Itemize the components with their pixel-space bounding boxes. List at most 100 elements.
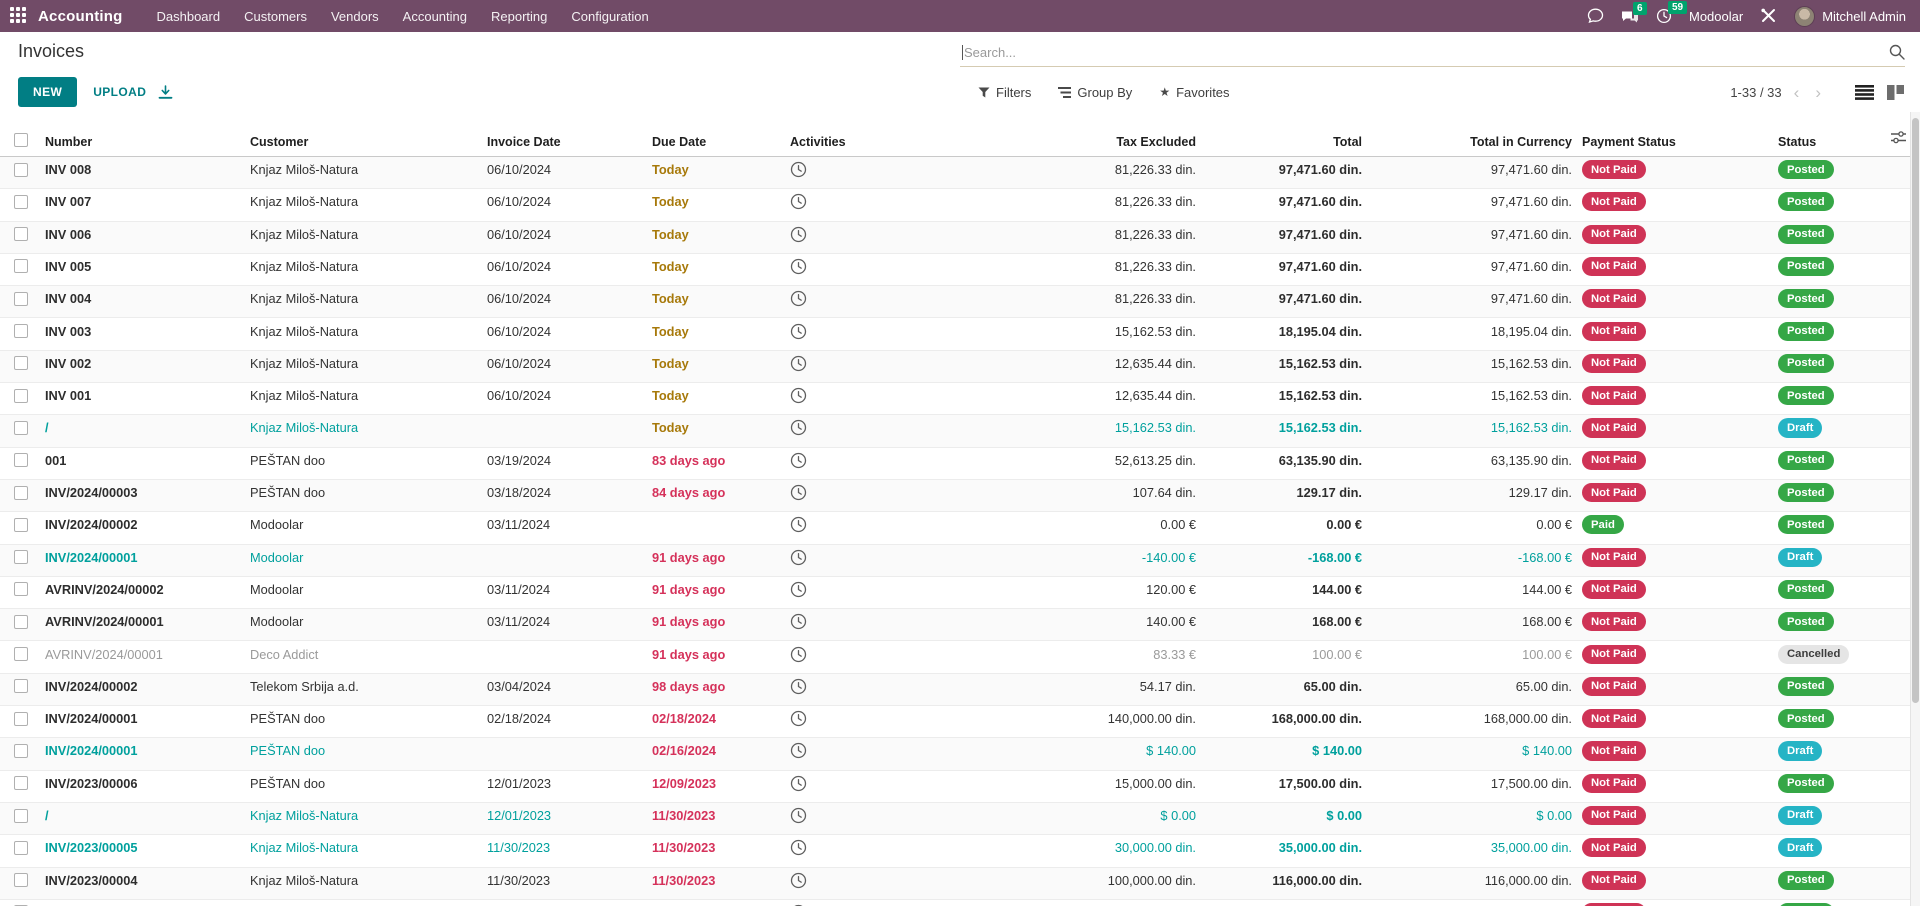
row-checkbox[interactable]	[14, 453, 28, 467]
table-row[interactable]: INV/2023/00006 PEŠTAN doo 12/01/2023 12/…	[0, 771, 1920, 803]
table-row[interactable]: AVRINV/2024/00002 Modoolar 03/11/2024 91…	[0, 577, 1920, 609]
table-row[interactable]: / Knjaz Miloš-Natura 12/01/2023 11/30/20…	[0, 803, 1920, 835]
header-due-date[interactable]: Due Date	[652, 121, 790, 149]
activity-clock-icon[interactable]	[790, 839, 807, 856]
scrollbar-thumb[interactable]	[1912, 118, 1919, 703]
activities-clock-icon[interactable]: 59	[1656, 8, 1672, 24]
pager-next-icon[interactable]: ›	[1811, 84, 1825, 101]
activity-clock-icon[interactable]	[790, 355, 807, 372]
table-row[interactable]: INV/2024/00001 PEŠTAN doo 02/18/2024 02/…	[0, 706, 1920, 738]
table-row[interactable]: INV 006 Knjaz Miloš-Natura 06/10/2024 To…	[0, 222, 1920, 254]
row-checkbox[interactable]	[14, 163, 28, 177]
table-row[interactable]: 001 PEŠTAN doo 03/19/2024 83 days ago 52…	[0, 448, 1920, 480]
table-row[interactable]: INV 005 Knjaz Miloš-Natura 06/10/2024 To…	[0, 254, 1920, 286]
activity-clock-icon[interactable]	[790, 193, 807, 210]
menu-vendors[interactable]: Vendors	[319, 3, 391, 30]
activity-clock-icon[interactable]	[790, 226, 807, 243]
row-checkbox[interactable]	[14, 195, 28, 209]
pager-prev-icon[interactable]: ‹	[1790, 84, 1804, 101]
menu-configuration[interactable]: Configuration	[559, 3, 660, 30]
table-row[interactable]: INV/2024/00002 Modoolar 03/11/2024 0.00 …	[0, 512, 1920, 544]
header-customer[interactable]: Customer	[250, 121, 487, 149]
row-checkbox[interactable]	[14, 389, 28, 403]
activity-clock-icon[interactable]	[790, 419, 807, 436]
optional-columns-icon[interactable]	[1891, 131, 1906, 147]
activity-clock-icon[interactable]	[790, 452, 807, 469]
table-row[interactable]: INV/2024/00001 Modoolar 91 days ago -140…	[0, 545, 1920, 577]
row-checkbox[interactable]	[14, 873, 28, 887]
header-number[interactable]: Number	[45, 121, 250, 149]
row-checkbox[interactable]	[14, 324, 28, 338]
row-checkbox[interactable]	[14, 647, 28, 661]
header-total[interactable]: Total	[1196, 121, 1362, 149]
import-records-icon[interactable]	[158, 85, 173, 100]
menu-dashboard[interactable]: Dashboard	[145, 3, 233, 30]
user-menu[interactable]: Mitchell Admin	[1794, 6, 1906, 27]
header-activities[interactable]: Activities	[790, 121, 890, 149]
activity-clock-icon[interactable]	[790, 387, 807, 404]
activity-clock-icon[interactable]	[790, 872, 807, 889]
table-row[interactable]: INV/2023/00004 Knjaz Miloš-Natura 11/30/…	[0, 868, 1920, 900]
table-row[interactable]: INV/2023/00005 Knjaz Miloš-Natura 11/30/…	[0, 835, 1920, 867]
activity-clock-icon[interactable]	[790, 549, 807, 566]
company-switcher[interactable]: Modoolar	[1689, 9, 1743, 24]
activity-clock-icon[interactable]	[790, 323, 807, 340]
row-checkbox[interactable]	[14, 776, 28, 790]
row-checkbox[interactable]	[14, 615, 28, 629]
row-checkbox[interactable]	[14, 292, 28, 306]
favorites-button[interactable]: ★ Favorites	[1159, 85, 1229, 100]
activity-clock-icon[interactable]	[790, 581, 807, 598]
row-checkbox[interactable]	[14, 421, 28, 435]
search-input[interactable]	[964, 45, 1889, 60]
activity-clock-icon[interactable]	[790, 646, 807, 663]
row-checkbox[interactable]	[14, 259, 28, 273]
debug-tools-icon[interactable]	[1760, 8, 1777, 24]
header-invoice-date[interactable]: Invoice Date	[487, 121, 652, 149]
filters-button[interactable]: Filters	[978, 85, 1031, 100]
activity-clock-icon[interactable]	[790, 775, 807, 792]
select-all-checkbox[interactable]	[14, 133, 28, 147]
app-name[interactable]: Accounting	[38, 8, 123, 25]
activity-clock-icon[interactable]	[790, 484, 807, 501]
new-button[interactable]: NEW	[18, 77, 77, 107]
table-row[interactable]: Not Paid Posted	[0, 900, 1920, 906]
table-row[interactable]: INV/2024/00003 PEŠTAN doo 03/18/2024 84 …	[0, 480, 1920, 512]
row-checkbox[interactable]	[14, 550, 28, 564]
table-row[interactable]: / Knjaz Miloš-Natura Today 15,162.53 din…	[0, 415, 1920, 447]
group-by-button[interactable]: Group By	[1058, 85, 1132, 100]
row-checkbox[interactable]	[14, 227, 28, 241]
menu-reporting[interactable]: Reporting	[479, 3, 559, 30]
activity-clock-icon[interactable]	[790, 516, 807, 533]
table-row[interactable]: INV 003 Knjaz Miloš-Natura 06/10/2024 To…	[0, 318, 1920, 350]
table-row[interactable]: AVRINV/2024/00001 Deco Addict 91 days ag…	[0, 641, 1920, 673]
activity-clock-icon[interactable]	[790, 161, 807, 178]
row-checkbox[interactable]	[14, 356, 28, 370]
header-tax-excluded[interactable]: Tax Excluded	[890, 121, 1196, 149]
table-row[interactable]: INV 008 Knjaz Miloš-Natura 06/10/2024 To…	[0, 157, 1920, 189]
search-bar[interactable]	[960, 38, 1905, 67]
row-checkbox[interactable]	[14, 809, 28, 823]
table-row[interactable]: INV 002 Knjaz Miloš-Natura 06/10/2024 To…	[0, 351, 1920, 383]
activity-clock-icon[interactable]	[790, 710, 807, 727]
activity-clock-icon[interactable]	[790, 613, 807, 630]
activity-clock-icon[interactable]	[790, 742, 807, 759]
apps-menu-icon[interactable]	[10, 7, 28, 25]
row-checkbox[interactable]	[14, 679, 28, 693]
vertical-scrollbar[interactable]	[1910, 112, 1920, 906]
discuss-bubble-icon[interactable]	[1587, 8, 1604, 24]
table-row[interactable]: INV 004 Knjaz Miloš-Natura 06/10/2024 To…	[0, 286, 1920, 318]
table-row[interactable]: INV 001 Knjaz Miloš-Natura 06/10/2024 To…	[0, 383, 1920, 415]
activity-clock-icon[interactable]	[790, 678, 807, 695]
search-icon[interactable]	[1889, 44, 1905, 60]
table-row[interactable]: INV 007 Knjaz Miloš-Natura 06/10/2024 To…	[0, 189, 1920, 221]
list-view-icon[interactable]	[1855, 85, 1874, 100]
menu-accounting[interactable]: Accounting	[391, 3, 479, 30]
row-checkbox[interactable]	[14, 712, 28, 726]
table-row[interactable]: INV/2024/00001 PEŠTAN doo 02/16/2024 $ 1…	[0, 738, 1920, 770]
table-row[interactable]: AVRINV/2024/00001 Modoolar 03/11/2024 91…	[0, 609, 1920, 641]
header-total-in-currency[interactable]: Total in Currency	[1362, 121, 1572, 149]
row-checkbox[interactable]	[14, 486, 28, 500]
row-checkbox[interactable]	[14, 744, 28, 758]
row-checkbox[interactable]	[14, 582, 28, 596]
messages-icon[interactable]: 6	[1621, 9, 1639, 24]
